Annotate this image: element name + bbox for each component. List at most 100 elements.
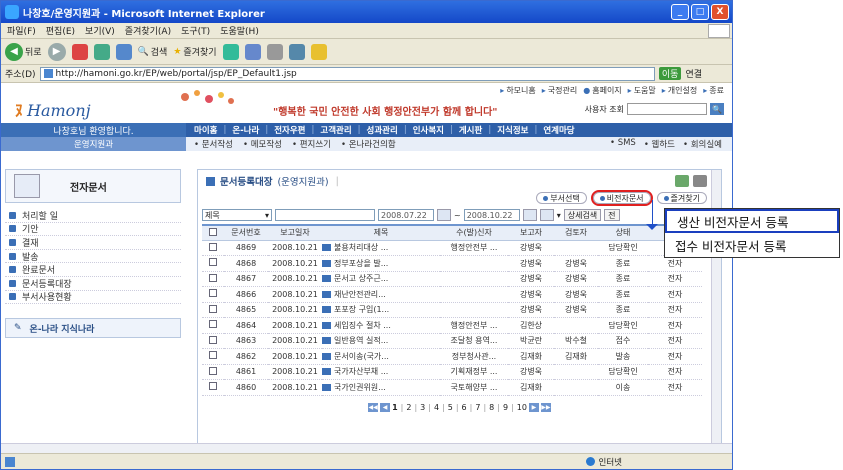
- prev-page-button[interactable]: ◀: [380, 403, 391, 412]
- subnav-write-letter[interactable]: • 편지쓰기: [292, 138, 331, 150]
- doc-title-link[interactable]: 문서고 상주근...: [322, 271, 440, 287]
- menu-edit[interactable]: 편집(E): [46, 24, 75, 37]
- print-button[interactable]: [266, 43, 283, 60]
- subnav-sms[interactable]: • SMS: [610, 138, 636, 150]
- row-checkbox[interactable]: [209, 366, 217, 375]
- nav-customer[interactable]: 고객관리: [320, 124, 351, 136]
- edit-button[interactable]: [288, 43, 305, 60]
- nav-hr[interactable]: 인사복지: [413, 124, 444, 136]
- sidebar-item-register[interactable]: 문서등록대장: [5, 277, 181, 291]
- favorites-button[interactable]: ★ 즐겨찾기: [173, 45, 216, 59]
- nav-email[interactable]: 전자우편: [274, 124, 305, 136]
- first-page-button[interactable]: ◀◀: [368, 403, 379, 412]
- page-number[interactable]: 5: [448, 403, 453, 412]
- table-row[interactable]: 4869 2008.10.21 불용처리대상 ... 행정안전부 ... 강병욱 담당확인…: [202, 240, 702, 256]
- table-row[interactable]: 4867 2008.10.21 문서고 상주근... 강병욱 강병욱 종료 전자: [202, 271, 702, 287]
- table-row[interactable]: 4864 2008.10.21 세입징수 절차 ... 행정안전부 ... 김한상 담당확…: [202, 317, 702, 334]
- print-icon[interactable]: [693, 175, 707, 187]
- top-link-help[interactable]: ▸ 도움말: [628, 85, 656, 96]
- doc-title-link[interactable]: 국가인권위원...: [322, 379, 440, 396]
- folder-button[interactable]: [310, 43, 327, 60]
- nav-myhome[interactable]: 마이홈: [194, 124, 217, 136]
- refresh-button[interactable]: [93, 43, 110, 60]
- table-row[interactable]: 4860 2008.10.21 국가인권위원... 국토해양부 ... 김재화 이송 전자: [202, 379, 702, 396]
- excel-icon[interactable]: [675, 175, 689, 187]
- back-button[interactable]: ◀ 뒤로: [5, 42, 42, 61]
- nav-performance[interactable]: 성과관리: [367, 124, 398, 136]
- horizontal-scrollbar[interactable]: [1, 443, 732, 453]
- user-search-input[interactable]: [627, 103, 707, 115]
- top-link-homepage[interactable]: ● 홈페이지: [583, 85, 621, 96]
- dept-select-button[interactable]: 부서선택: [536, 192, 587, 204]
- menu-view[interactable]: 보기(V): [85, 24, 115, 37]
- user-search-button[interactable]: 🔍: [710, 103, 724, 115]
- non-electronic-doc-button[interactable]: 비전자문서: [590, 190, 653, 206]
- maximize-button[interactable]: □: [691, 4, 709, 20]
- all-button[interactable]: 전: [604, 209, 620, 221]
- calendar-from-icon[interactable]: [437, 209, 451, 221]
- page-number[interactable]: 3: [420, 403, 425, 412]
- row-checkbox[interactable]: [209, 258, 217, 267]
- row-checkbox[interactable]: [209, 351, 217, 360]
- page-number[interactable]: 2: [406, 403, 411, 412]
- page-number[interactable]: 8: [489, 403, 494, 412]
- address-input[interactable]: http://hamoni.go.kr/EP/web/portal/jsp/EP…: [39, 66, 655, 81]
- keyword-input[interactable]: [275, 209, 375, 221]
- sidebar-item-send[interactable]: 발송: [5, 250, 181, 264]
- forward-button[interactable]: ▶: [47, 42, 66, 61]
- table-row[interactable]: 4861 2008.10.21 국가자산부채 ... 기획재정부 ... 강병욱 담당확인…: [202, 364, 702, 380]
- sidebar-item-usage[interactable]: 부서사용현황: [5, 291, 181, 305]
- top-link-logout[interactable]: ▸ 종료: [703, 85, 724, 96]
- minimize-button[interactable]: _: [671, 4, 689, 20]
- page-number[interactable]: 4: [434, 403, 439, 412]
- row-checkbox[interactable]: [209, 273, 217, 282]
- row-checkbox[interactable]: [209, 289, 217, 298]
- row-checkbox[interactable]: [209, 320, 217, 329]
- last-page-button[interactable]: ▶▶: [540, 403, 551, 412]
- doc-title-link[interactable]: 정부포상을 발...: [322, 255, 440, 272]
- produce-non-electronic-item[interactable]: 생산 비전자문서 등록: [665, 209, 839, 233]
- date-from-input[interactable]: 2008.07.22: [378, 209, 434, 221]
- table-row[interactable]: 4868 2008.10.21 정부포상을 발... 강병욱 강병욱 종료 전자: [202, 255, 702, 272]
- page-number[interactable]: 9: [503, 403, 508, 412]
- top-link-settings[interactable]: ▸ 개인설정: [662, 85, 697, 96]
- doc-title-link[interactable]: 일반용역 실적...: [322, 333, 440, 349]
- menu-file[interactable]: 파일(F): [7, 24, 36, 37]
- hamoni-logo[interactable]: ﾇ Hamonj: [15, 97, 91, 121]
- doc-title-link[interactable]: 불용처리대상 ...: [322, 240, 440, 256]
- table-row[interactable]: 4863 2008.10.21 일반용역 실적... 조달청 용역... 박균란 박수철 접…: [202, 333, 702, 349]
- field-select[interactable]: 제목 ▾: [202, 209, 272, 221]
- history-button[interactable]: [222, 43, 239, 60]
- menu-help[interactable]: 도움말(H): [220, 24, 259, 37]
- page-number[interactable]: 1: [392, 403, 398, 412]
- next-page-button[interactable]: ▶: [528, 403, 539, 412]
- go-button[interactable]: 이동: [658, 67, 682, 80]
- search-button[interactable]: 🔍 검색: [138, 45, 168, 59]
- top-link-home[interactable]: ▸ 하모니홈: [500, 85, 535, 96]
- detail-search-button[interactable]: 상세검색: [563, 209, 602, 221]
- top-link-state[interactable]: ▸ 국정관리: [542, 85, 577, 96]
- page-number[interactable]: 7: [475, 403, 480, 412]
- menu-tools[interactable]: 도구(T): [181, 24, 210, 37]
- links-label[interactable]: 연결: [685, 67, 702, 80]
- subnav-write-memo[interactable]: • 메모작성: [243, 138, 282, 150]
- row-checkbox[interactable]: [209, 304, 217, 313]
- sidebar-item-todo[interactable]: 처리할 일: [5, 209, 181, 223]
- page-number[interactable]: 10: [517, 403, 527, 412]
- receive-non-electronic-item[interactable]: 접수 비전자문서 등록: [665, 233, 839, 257]
- doc-title-link[interactable]: 문서이송(국가...: [322, 348, 440, 365]
- close-button[interactable]: X: [711, 4, 729, 20]
- table-row[interactable]: 4866 2008.10.21 재난안전관리... 강병욱 강병욱 종료 전자: [202, 286, 702, 303]
- nav-knowledge[interactable]: 지식정보: [497, 124, 528, 136]
- select-all-checkbox[interactable]: [209, 227, 217, 236]
- home-button[interactable]: [115, 43, 132, 60]
- nav-board[interactable]: 게시판: [459, 124, 482, 136]
- nav-link[interactable]: 연계마당: [543, 124, 574, 136]
- row-checkbox[interactable]: [209, 242, 217, 251]
- row-checkbox[interactable]: [209, 382, 217, 391]
- calendar-to-icon[interactable]: [522, 209, 537, 221]
- subnav-suggest[interactable]: • 온나라건의함: [341, 138, 396, 150]
- nav-onnara[interactable]: 온-나라: [232, 124, 259, 136]
- doc-title-link[interactable]: 세입징수 절차 ...: [322, 317, 440, 334]
- stop-button[interactable]: [71, 43, 88, 60]
